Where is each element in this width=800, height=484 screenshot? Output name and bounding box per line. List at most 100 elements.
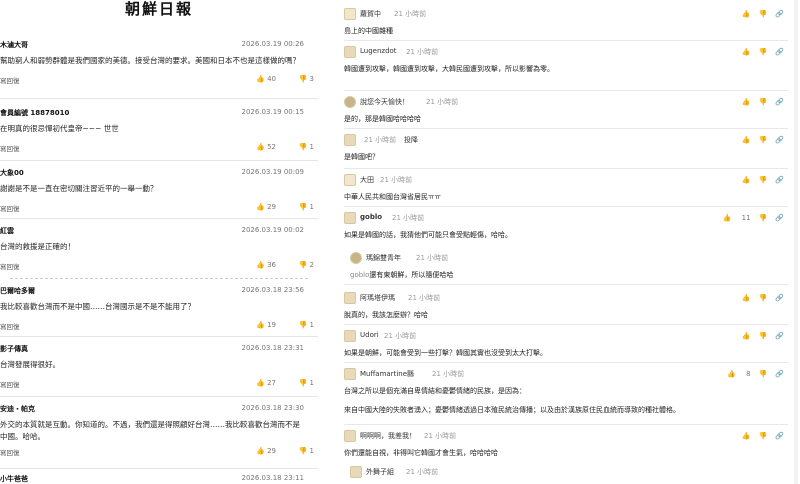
like-icon[interactable]: 👍 <box>742 294 751 302</box>
dislike-icon: 👎 <box>298 261 308 269</box>
link-icon[interactable]: 🔗 <box>775 136 784 144</box>
reply-divider <box>344 90 788 91</box>
dislike-icon[interactable]: 👎 <box>759 332 768 340</box>
right-panel: 蘿賀中 21 小時前 👍 👎 🔗 島上的中國雜種 Lugenzdot 21 小時前 … <box>330 0 800 484</box>
reply-time: 21 小時前 <box>426 98 459 106</box>
comment-item: 大象00 2026.03.19 00:09 謝謝是不是一直在密切關注習近平的一舉一… <box>0 168 318 215</box>
comment-username: 木滷大哥 <box>0 41 28 49</box>
link-icon[interactable]: 🔗 <box>775 10 784 18</box>
like-button[interactable]: 👍 40 <box>256 75 276 83</box>
dislike-icon[interactable]: 👎 <box>759 48 768 56</box>
reply-username[interactable]: 外舞子組 <box>366 467 394 477</box>
reply-time: 21 小時前 <box>416 254 449 262</box>
reply-username[interactable]: 大田 <box>360 175 374 185</box>
dislike-icon[interactable]: 👎 <box>759 10 768 18</box>
reply-time: 21 小時前 <box>424 432 457 440</box>
link-icon[interactable]: 🔗 <box>775 214 784 222</box>
reply-button[interactable]: 寫回復 <box>0 447 20 457</box>
dislike-icon: 👎 <box>298 379 308 387</box>
reply-actions: 👍 👎 🔗 <box>734 136 784 144</box>
link-icon[interactable]: 🔗 <box>775 370 784 378</box>
reply-actions: 👍 8 👎 🔗 <box>719 370 784 378</box>
reply-divider <box>344 362 788 363</box>
like-button[interactable]: 👍 52 <box>256 143 276 151</box>
reply-text: 脫真的，我該怎麼辦？哈哈 <box>344 311 428 319</box>
like-button[interactable]: 👍 36 <box>256 261 276 269</box>
dislike-count: 1 <box>309 203 314 211</box>
reply-username[interactable]: 阿瑪塔伊瑪 <box>360 293 395 303</box>
like-icon[interactable]: 👍 <box>742 98 751 106</box>
reply-username[interactable]: 啊啊啊，我差我！ <box>360 431 416 441</box>
like-button[interactable]: 👍 27 <box>256 379 276 387</box>
like-icon[interactable]: 👍 <box>742 48 751 56</box>
mention-link[interactable]: goblo <box>350 271 369 279</box>
dislike-icon[interactable]: 👎 <box>759 294 768 302</box>
like-button[interactable]: 👍 29 <box>256 447 276 455</box>
comment-text: 我比較喜歡台灣而不是中國……台灣國示是不是不能用了？ <box>0 302 195 311</box>
dislike-icon[interactable]: 👎 <box>759 136 768 144</box>
reply-time: 21 小時前 <box>384 332 417 340</box>
reply-username[interactable]: Muffamartine縣 <box>360 369 414 379</box>
like-button[interactable]: 👍 29 <box>256 203 276 211</box>
reply-actions: 👍 👎 🔗 <box>734 176 784 184</box>
dislike-button[interactable]: 👎 3 <box>299 75 314 83</box>
reply-button[interactable]: 寫回復 <box>0 75 20 85</box>
reply-username[interactable]: Lugenzdot <box>360 47 397 55</box>
reply-time: 21 小時前 <box>364 136 397 144</box>
comment-date: 2026.03.18 23:30 <box>241 404 304 412</box>
link-icon[interactable]: 🔗 <box>775 98 784 106</box>
dislike-count: 1 <box>309 447 314 455</box>
like-icon: 👍 <box>256 321 265 329</box>
reply-button[interactable]: 寫回復 <box>0 261 20 271</box>
dislike-button[interactable]: 👎 1 <box>299 447 314 455</box>
like-icon[interactable]: 👍 <box>742 432 751 440</box>
like-icon[interactable]: 👍 <box>727 370 736 378</box>
reply-item: 啊啊啊，我差我！ 21 小時前 👍 👎 🔗 你們還能自視，非得叫它韓國才會生氣，哈哈… <box>344 430 784 459</box>
link-icon[interactable]: 🔗 <box>775 294 784 302</box>
comment-date: 2026.03.18 23:31 <box>241 344 304 352</box>
comment-item: 小牛爸爸 2026.03.18 23:11 <box>0 474 318 484</box>
comment-text: 台灣發展得很好。 <box>0 360 60 369</box>
reply-time: 21 小時前 <box>392 214 425 222</box>
dislike-button[interactable]: 👎 1 <box>299 143 314 151</box>
reply-username[interactable]: 蘿賀中 <box>360 9 381 19</box>
dislike-icon[interactable]: 👎 <box>759 176 768 184</box>
link-icon[interactable]: 🔗 <box>775 48 784 56</box>
reply-text: 島上的中國雜種 <box>344 27 393 35</box>
dislike-button[interactable]: 👎 2 <box>299 261 314 269</box>
avatar <box>344 96 356 108</box>
link-icon[interactable]: 🔗 <box>775 432 784 440</box>
comment-item: 影子傳真 2026.03.18 23:31 台灣發展得很好。 寫回復 👍 27 👎 1 <box>0 344 318 391</box>
reply-username[interactable]: 投降 <box>404 135 418 145</box>
dislike-count: 3 <box>309 75 314 83</box>
reply-button[interactable]: 寫回復 <box>0 203 20 213</box>
comment-text: 幫助窮人和弱勢群體是我們國家的美德。接受台灣的要求。美國和日本不也是這樣做的嗎？ <box>0 56 300 65</box>
link-icon[interactable]: 🔗 <box>775 176 784 184</box>
dislike-icon[interactable]: 👎 <box>759 432 768 440</box>
reply-button[interactable]: 寫回復 <box>0 379 20 389</box>
like-button[interactable]: 👍 19 <box>256 321 276 329</box>
like-icon[interactable]: 👍 <box>742 332 751 340</box>
reply-button[interactable]: 寫回復 <box>0 321 20 331</box>
reply-button[interactable]: 寫回復 <box>0 143 20 153</box>
comment-item: 紅雲 2026.03.19 00:02 台灣的救援是正確的！ 寫回復 👍 36 👎 2 <box>0 226 318 273</box>
dislike-button[interactable]: 👎 1 <box>299 379 314 387</box>
reply-username[interactable]: Udori <box>360 331 379 339</box>
comment-username: 影子傳真 <box>0 345 28 353</box>
scrollbar[interactable] <box>794 0 798 484</box>
like-icon[interactable]: 👍 <box>742 176 751 184</box>
reply-username[interactable]: 說您今天愉快！ <box>360 97 409 107</box>
dislike-button[interactable]: 👎 1 <box>299 321 314 329</box>
dislike-button[interactable]: 👎 1 <box>299 203 314 211</box>
reply-item: 瑪錦雙青年 21 小時前 goblo還有東朝鮮，所以隨便哈哈 <box>350 252 760 281</box>
like-icon[interactable]: 👍 <box>742 10 751 18</box>
dislike-icon[interactable]: 👎 <box>759 214 768 222</box>
dislike-icon[interactable]: 👎 <box>759 370 768 378</box>
like-icon[interactable]: 👍 <box>742 136 751 144</box>
like-icon[interactable]: 👍 <box>723 214 732 222</box>
link-icon[interactable]: 🔗 <box>775 332 784 340</box>
reply-username[interactable]: goblo <box>360 213 382 221</box>
dislike-icon[interactable]: 👎 <box>759 98 768 106</box>
reply-username[interactable]: 瑪錦雙青年 <box>366 253 401 263</box>
reply-divider <box>344 206 788 207</box>
